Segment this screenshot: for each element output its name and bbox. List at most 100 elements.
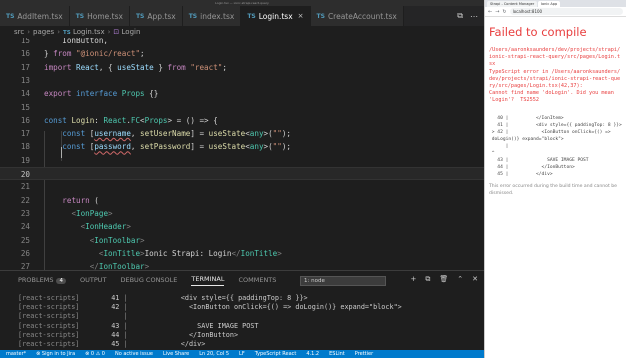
- code-line[interactable]: 23 <IonPage>: [0, 207, 484, 220]
- close-icon[interactable]: ×: [298, 12, 304, 20]
- line-code: <IonHeader>: [80, 222, 131, 232]
- chevron-up-icon[interactable]: ⌃: [457, 275, 463, 284]
- line-code: </IonToolbar>: [89, 262, 150, 270]
- tab-createaccount-tsx[interactable]: TS CreateAccount.tsx: [310, 6, 404, 26]
- code-line[interactable]: 26 <IonTitle>Ionic Strapi: Login</IonTit…: [0, 247, 484, 260]
- split-editor-icon[interactable]: ⧉: [457, 11, 463, 21]
- code-line[interactable]: 21: [0, 180, 484, 193]
- panel-tab-label: TERMINAL: [191, 274, 225, 283]
- terminal-select[interactable]: 1: node: [300, 276, 386, 286]
- typescript-file-icon: TS: [247, 12, 256, 20]
- breadcrumb-file[interactable]: Login.tsx: [73, 28, 105, 36]
- symbol-icon: ⊡: [113, 28, 120, 36]
- panel-tab-debug-console[interactable]: DEBUG CONSOLE: [120, 276, 177, 284]
- panel-tab-problems[interactable]: PROBLEMS 4: [18, 276, 66, 284]
- error-note: This error occurred during the build tim…: [489, 184, 617, 196]
- panel-tab-label: DEBUG CONSOLE: [120, 276, 178, 284]
- code-line[interactable]: 19: [0, 154, 484, 167]
- code-line[interactable]: 25 <IonToolbar>: [0, 234, 484, 247]
- error-path: /Users/aaronksaunders/dev/projects/strap…: [489, 47, 621, 68]
- terminal-line: [react-scripts] 45 | </div>: [18, 339, 205, 349]
- line-code: const [username, setUserName] = useState…: [62, 129, 291, 139]
- line-code: import React, { useState } from "react";: [44, 62, 227, 72]
- status-item[interactable]: Live Share: [163, 350, 189, 358]
- browser-tab[interactable]: Strapi - Content Manager: [487, 1, 537, 7]
- line-number: 21: [20, 182, 30, 192]
- terminal-prefix: [react-scripts]: [18, 321, 80, 330]
- status-item[interactable]: Prettier: [355, 350, 373, 358]
- tab-additem-tsx[interactable]: TS AddItem.tsx: [0, 6, 70, 26]
- code-line[interactable]: 17 const [username, setUserName] = useSt…: [0, 127, 484, 140]
- forward-icon[interactable]: →: [495, 9, 499, 15]
- terminal-text: </div>: [131, 340, 206, 348]
- terminal-text: </IonButton>: [131, 330, 239, 339]
- terminal-gutter: |: [119, 340, 132, 348]
- editor-tabs: TS AddItem.tsx TS Home.tsx TS App.tsx TS index.…: [0, 6, 404, 26]
- code-editor[interactable]: 15 IonButton, 16} from "@ionic/react"; 17 i…: [0, 38, 484, 270]
- code-line[interactable]: 15: [0, 101, 484, 114]
- tab-label: Home.tsx: [87, 11, 123, 21]
- tab-index-tsx[interactable]: TS index.tsx: [182, 6, 242, 26]
- terminal-prefix: [react-scripts]: [18, 294, 80, 302]
- split-terminal-icon[interactable]: ⧉: [425, 275, 430, 284]
- code-line[interactable]: 27 </IonToolbar>: [0, 260, 484, 270]
- address-bar[interactable]: localhost:8100: [509, 8, 623, 15]
- code-line[interactable]: 16} from "@ionic/react";: [0, 47, 484, 60]
- typescript-file-icon: TS: [316, 12, 325, 20]
- tab-app-tsx[interactable]: TS App.tsx: [129, 6, 183, 26]
- code-line[interactable]: 22 return (: [0, 194, 484, 207]
- typescript-file-icon: TS: [188, 12, 198, 20]
- panel-tab-terminal[interactable]: TERMINAL: [191, 274, 225, 286]
- line-number: 17: [20, 129, 30, 139]
- panel-tab-output[interactable]: OUTPUT: [80, 276, 107, 284]
- code-line[interactable]: 18 const [password, setPassword] = useSt…: [0, 140, 484, 153]
- back-icon[interactable]: ←: [488, 9, 492, 15]
- terminal-text: <IonButton onClick={() => doLogin()} exp…: [131, 303, 402, 312]
- add-terminal-icon[interactable]: +: [410, 275, 416, 284]
- browser-tab[interactable]: Ionic App: [538, 1, 561, 7]
- status-item[interactable]: No active issue: [115, 350, 153, 358]
- editor-actions: ⧉ ⋯: [457, 6, 484, 26]
- tab-label: Login.tsx: [258, 11, 293, 21]
- line-number: 18: [20, 142, 30, 152]
- code-line[interactable]: 15 IonButton,: [0, 38, 484, 47]
- vscode-window: Login.tsx — ionic-strapi-react-query TS A…: [0, 0, 484, 358]
- status-item[interactable]: ⊗ Sign in to Jira: [36, 350, 75, 358]
- more-actions-icon[interactable]: ⋯: [470, 12, 478, 21]
- breadcrumb-src[interactable]: src: [14, 28, 24, 36]
- tab-login-tsx[interactable]: TS Login.tsx ×: [241, 6, 311, 26]
- breadcrumb-pages[interactable]: pages: [33, 28, 54, 36]
- panel-tab-comments[interactable]: COMMENTS: [238, 276, 276, 284]
- code-line[interactable]: 24 <IonHeader>: [0, 220, 484, 233]
- status-item[interactable]: LF: [239, 350, 245, 358]
- line-code: IonButton,: [44, 38, 109, 45]
- breadcrumb-symbol[interactable]: Login: [122, 28, 141, 36]
- trash-icon[interactable]: 🗑: [439, 275, 448, 284]
- line-number: 22: [20, 195, 30, 205]
- browser-tabs: Strapi - Content Manager Ionic App: [485, 0, 626, 7]
- code-line[interactable]: 14 export interface Props {}: [0, 87, 484, 100]
- status-item[interactable]: ⊗ 0 ⚠ 0: [85, 350, 105, 358]
- browser-nav: ← → ↻ localhost:8100: [485, 7, 626, 17]
- status-item[interactable]: 4.1.2: [306, 350, 319, 358]
- code-line[interactable]: 16 const Login: React.FC<Props> = () => {: [0, 114, 484, 127]
- status-item[interactable]: TypeScript React: [255, 350, 297, 358]
- status-item[interactable]: ESLint: [329, 350, 345, 358]
- code-line[interactable]: 17 import React, { useState } from "react…: [0, 61, 484, 74]
- line-number: 15: [20, 102, 30, 112]
- tab-label: App.tsx: [147, 11, 176, 21]
- terminal-prefix: [react-scripts]: [18, 330, 80, 339]
- panel-tab-label: PROBLEMS: [18, 276, 54, 284]
- code-line[interactable]: 20: [0, 167, 484, 181]
- close-icon[interactable]: ✕: [472, 275, 478, 284]
- status-item[interactable]: Ln 20, Col 5: [199, 350, 229, 358]
- line-number: 23: [20, 208, 30, 218]
- typescript-file-icon: TS: [63, 30, 71, 36]
- line-code: const Login: React.FC<Props> = () => {: [44, 115, 218, 125]
- line-number: 24: [20, 222, 30, 232]
- error-message: Cannot find name 'doLogin'. Did you mean…: [489, 90, 618, 104]
- tab-home-tsx[interactable]: TS Home.tsx: [69, 6, 130, 26]
- reload-icon[interactable]: ↻: [502, 9, 506, 15]
- code-line[interactable]: 13: [0, 74, 484, 87]
- status-item[interactable]: master*: [6, 350, 26, 358]
